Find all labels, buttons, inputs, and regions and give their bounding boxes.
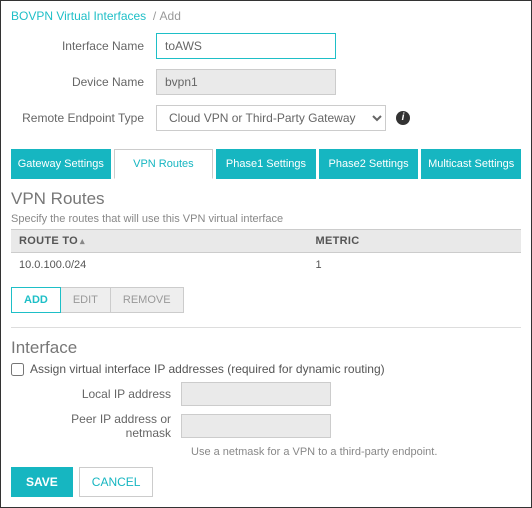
- table-row[interactable]: 10.0.100.0/24 1: [11, 253, 521, 278]
- tab-multicast-settings[interactable]: Multicast Settings: [421, 149, 521, 179]
- cancel-button[interactable]: CANCEL: [79, 467, 154, 497]
- add-button[interactable]: ADD: [11, 287, 61, 313]
- device-name-label: Device Name: [11, 75, 156, 89]
- cell-route-to: 10.0.100.0/24: [11, 253, 308, 278]
- cell-metric: 1: [308, 253, 521, 278]
- assign-ip-label: Assign virtual interface IP addresses (r…: [30, 362, 385, 376]
- vpn-routes-title: VPN Routes: [11, 189, 521, 209]
- breadcrumb-current: Add: [160, 9, 181, 23]
- col-route-to[interactable]: ROUTE TO▴: [11, 230, 308, 253]
- tabs: Gateway Settings VPN Routes Phase1 Setti…: [11, 149, 521, 179]
- breadcrumb-parent[interactable]: BOVPN Virtual Interfaces: [11, 9, 146, 23]
- routes-table: ROUTE TO▴ METRIC 10.0.100.0/24 1: [11, 229, 521, 277]
- peer-ip-label: Peer IP address or netmask: [11, 412, 181, 440]
- info-icon[interactable]: i: [396, 111, 410, 125]
- remote-endpoint-select[interactable]: Cloud VPN or Third-Party Gateway: [156, 105, 386, 131]
- remove-button[interactable]: REMOVE: [111, 287, 184, 313]
- col-metric[interactable]: METRIC: [308, 230, 521, 253]
- interface-name-input[interactable]: [156, 33, 336, 59]
- tab-phase1-settings[interactable]: Phase1 Settings: [216, 149, 316, 179]
- interface-name-label: Interface Name: [11, 39, 156, 53]
- vpn-routes-subtitle: Specify the routes that will use this VP…: [11, 213, 521, 225]
- assign-ip-checkbox[interactable]: [11, 363, 24, 376]
- save-button[interactable]: SAVE: [11, 467, 73, 497]
- tab-gateway-settings[interactable]: Gateway Settings: [11, 149, 111, 179]
- local-ip-label: Local IP address: [11, 387, 181, 401]
- sort-icon: ▴: [80, 236, 85, 246]
- device-name-field: bvpn1: [156, 69, 336, 95]
- local-ip-input: [181, 382, 331, 406]
- edit-button[interactable]: EDIT: [61, 287, 111, 313]
- remote-endpoint-label: Remote Endpoint Type: [11, 111, 156, 125]
- tab-vpn-routes[interactable]: VPN Routes: [114, 149, 214, 179]
- interface-title: Interface: [11, 338, 521, 358]
- breadcrumb: BOVPN Virtual Interfaces / Add: [11, 9, 521, 23]
- netmask-hint: Use a netmask for a VPN to a third-party…: [191, 446, 521, 458]
- peer-ip-input: [181, 414, 331, 438]
- tab-phase2-settings[interactable]: Phase2 Settings: [319, 149, 419, 179]
